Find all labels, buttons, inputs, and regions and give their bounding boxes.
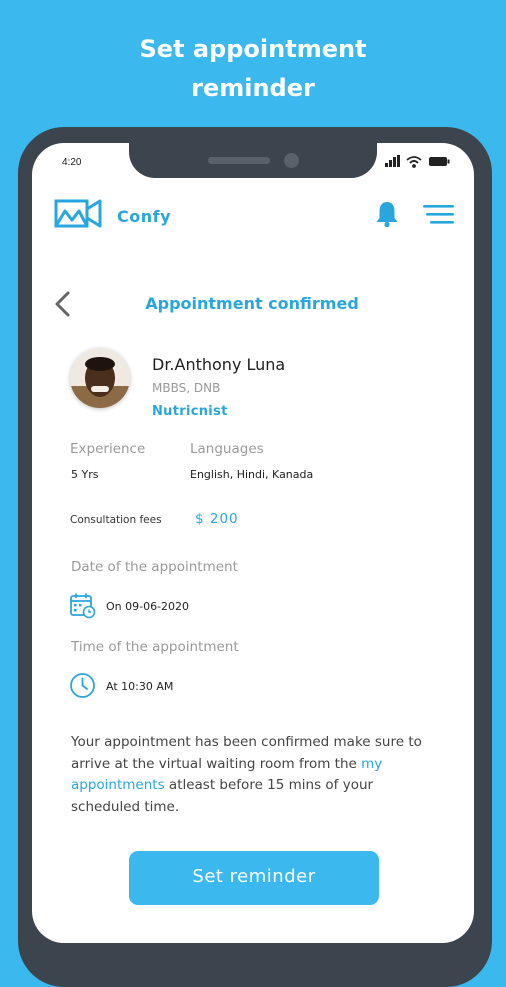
phone-speaker [208,157,270,164]
languages-value: English, Hindi, Kanada [190,468,314,481]
chevron-left-icon[interactable] [52,290,74,318]
battery-icon [429,157,450,166]
status-bar-icons [385,155,450,168]
app-name: Confy [117,207,172,226]
experience-value: 5 Yrs [71,468,99,481]
bell-icon[interactable] [374,200,400,228]
signal-icon [385,155,400,167]
time-value: At 10:30 AM [106,680,174,693]
date-label: Date of the appointment [71,559,238,575]
set-reminder-button[interactable]: Set reminder [129,851,379,905]
consultation-fees-value: $ 200 [195,511,239,527]
clock-icon [70,673,95,698]
time-label: Time of the appointment [71,639,239,655]
date-value: On 09-06-2020 [106,600,190,613]
status-bar-time: 4:20 [62,157,82,168]
promo-headline-line-1: Set appointment [139,35,367,63]
confirmation-note: Your appointment has been confirmed make… [71,732,441,818]
calendar-icon [70,593,96,619]
video-camera-logo-icon [54,199,102,228]
languages-label: Languages [190,441,264,457]
promo-headline: Set appointment reminder [0,30,506,108]
phone-screen [32,143,474,943]
wifi-icon [406,156,422,168]
phone-camera [284,153,299,168]
doctor-avatar [70,348,130,408]
promo-headline-line-2: reminder [191,74,315,102]
consultation-fees-label: Consultation fees [70,514,162,526]
hamburger-menu-icon[interactable] [423,203,455,227]
doctor-name: Dr.Anthony Luna [152,355,286,374]
doctor-specialty: Nutricnist [152,404,228,419]
experience-label: Experience [70,441,146,457]
doctor-degree: MBBS, DNB [152,381,221,395]
screen-title: Appointment confirmed [145,294,359,313]
